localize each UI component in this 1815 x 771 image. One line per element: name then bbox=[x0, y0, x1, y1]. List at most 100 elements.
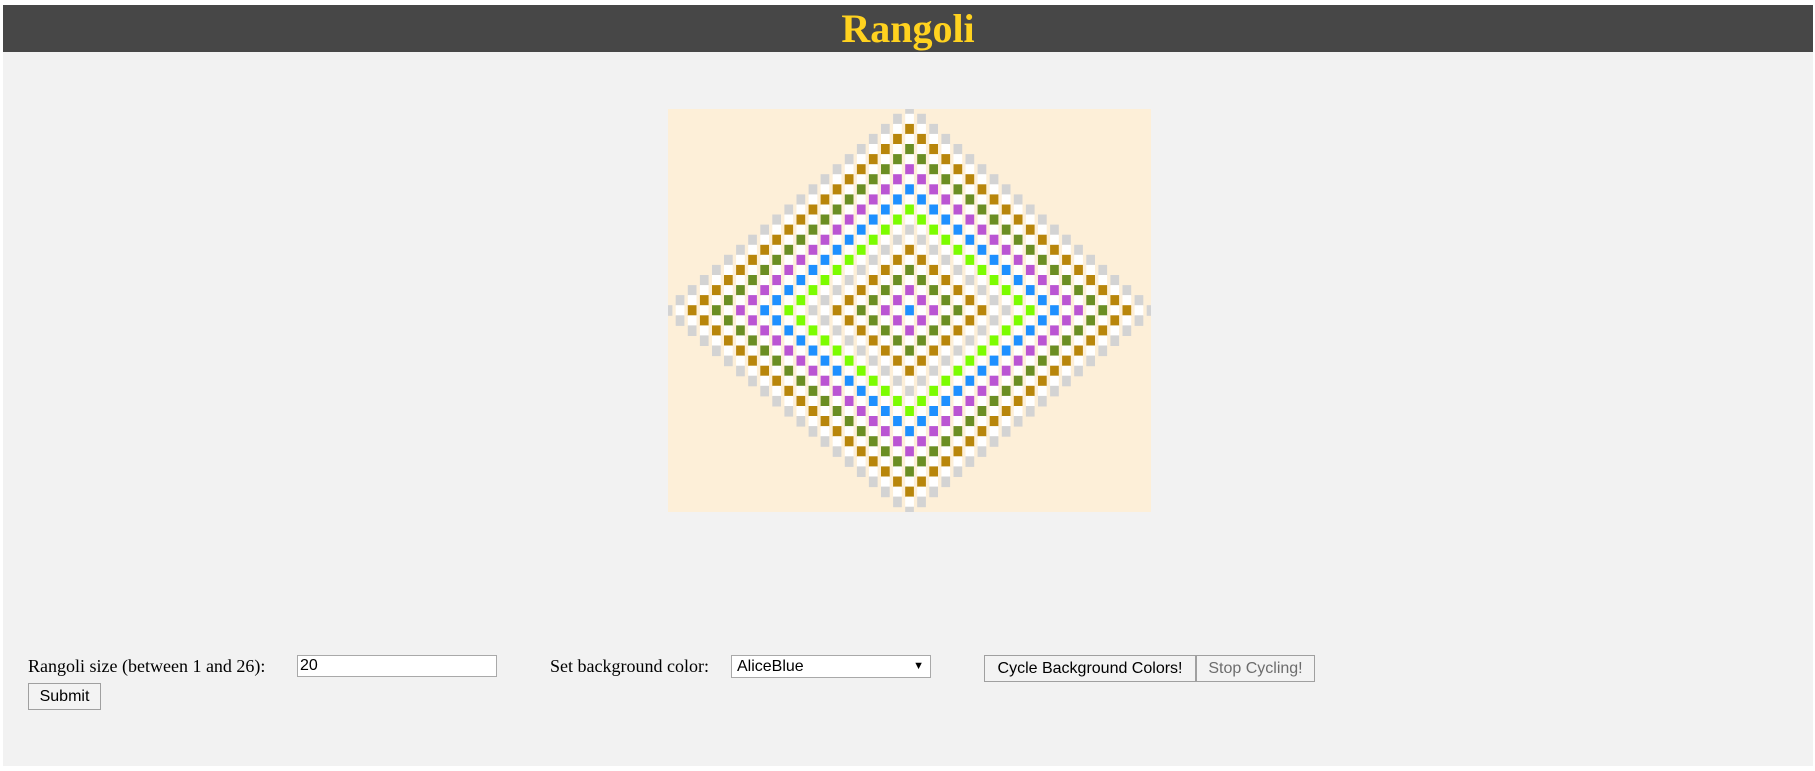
rangoli-cell bbox=[893, 285, 902, 296]
rangoli-cell bbox=[760, 264, 769, 276]
rangoli-cell bbox=[881, 194, 890, 205]
rangoli-cell bbox=[893, 426, 902, 437]
rangoli-cell bbox=[1122, 325, 1132, 336]
rangoli-cell bbox=[941, 375, 951, 387]
rangoli-cell bbox=[905, 486, 914, 498]
rangoli-cell bbox=[784, 345, 794, 357]
rangoli-cell bbox=[941, 385, 951, 397]
rangoli-cell bbox=[844, 295, 854, 306]
rangoli-cell bbox=[905, 466, 914, 477]
rangoli-cell bbox=[1062, 244, 1071, 256]
rangoli-cell bbox=[929, 204, 938, 216]
rangoli-cell bbox=[796, 345, 806, 357]
rangoli-cell bbox=[977, 436, 987, 447]
rangoli-cell bbox=[820, 254, 830, 266]
rangoli-cell bbox=[1050, 355, 1059, 367]
rangoli-cell bbox=[977, 204, 987, 216]
rangoli-cell bbox=[965, 234, 975, 246]
rangoli-cell bbox=[1074, 244, 1083, 256]
rangoli-cell bbox=[1001, 375, 1011, 387]
rangoli-cell bbox=[1025, 315, 1035, 326]
rangoli-cell bbox=[893, 254, 902, 266]
rangoli-cell bbox=[1062, 295, 1071, 306]
rangoli-cell bbox=[1098, 264, 1108, 276]
rangoli-cell bbox=[760, 244, 769, 256]
rangoli-cell bbox=[832, 406, 842, 417]
rangoli-cell bbox=[1025, 325, 1035, 336]
rangoli-cell bbox=[917, 446, 926, 457]
rangoli-cell bbox=[868, 133, 878, 145]
rangoli-cell bbox=[772, 395, 781, 407]
rangoli-cell bbox=[953, 144, 963, 155]
cycle-background-button[interactable]: Cycle Background Colors! bbox=[984, 655, 1196, 682]
submit-button[interactable]: Submit bbox=[28, 683, 101, 710]
rangoli-cell bbox=[1086, 345, 1095, 357]
rangoli-cell bbox=[917, 406, 926, 417]
rangoli-cell bbox=[748, 254, 757, 266]
rangoli-cell bbox=[820, 416, 830, 427]
rangoli-cell bbox=[820, 426, 830, 437]
rangoli-cell bbox=[893, 154, 902, 165]
rangoli-cell bbox=[760, 285, 769, 296]
rangoli-cell bbox=[1086, 254, 1095, 266]
rangoli-cell bbox=[905, 446, 914, 457]
rangoli-cell bbox=[784, 385, 794, 397]
rangoli-cell bbox=[844, 285, 854, 296]
rangoli-cell bbox=[832, 446, 842, 457]
rangoli-cell bbox=[929, 385, 938, 397]
size-input[interactable]: 20 bbox=[297, 655, 497, 677]
rangoli-cell bbox=[965, 365, 975, 377]
rangoli-cell bbox=[965, 244, 975, 256]
rangoli-cell bbox=[856, 194, 866, 205]
rangoli-cell bbox=[868, 385, 878, 397]
rangoli-cell bbox=[893, 204, 902, 216]
rangoli-cell bbox=[905, 164, 914, 175]
rangoli-cell bbox=[1038, 345, 1047, 357]
rangoli-cell bbox=[1013, 204, 1023, 216]
rangoli-cell bbox=[941, 416, 951, 427]
rangoli-cell bbox=[941, 133, 951, 145]
rangoli-cell bbox=[772, 355, 781, 367]
rangoli-cell bbox=[917, 355, 926, 367]
rangoli-cell bbox=[941, 174, 951, 185]
rangoli-cell bbox=[881, 214, 890, 226]
rangoli-cell bbox=[1062, 335, 1071, 346]
rangoli-cell bbox=[1001, 244, 1011, 256]
background-color-select[interactable]: AliceBlue ▼ bbox=[731, 655, 931, 678]
rangoli-cell bbox=[1038, 224, 1047, 236]
rangoli-cell bbox=[1134, 315, 1144, 326]
rangoli-cell bbox=[724, 325, 733, 336]
rangoli-cell bbox=[1074, 325, 1083, 336]
rangoli-cell bbox=[953, 194, 963, 205]
rangoli-cell bbox=[748, 335, 757, 346]
rangoli-cell bbox=[941, 355, 951, 367]
rangoli-cell bbox=[772, 275, 781, 286]
rangoli-cell bbox=[893, 335, 902, 346]
rangoli-cell bbox=[905, 295, 914, 306]
rangoli-cell bbox=[844, 164, 854, 175]
rangoli-cell bbox=[736, 244, 745, 256]
rangoli-cell bbox=[868, 335, 878, 346]
rangoli-cell bbox=[965, 214, 975, 226]
rangoli-cell bbox=[1074, 345, 1083, 357]
rangoli-cell bbox=[905, 476, 914, 488]
rangoli-cell bbox=[856, 365, 866, 377]
rangoli-cell bbox=[1134, 295, 1144, 306]
rangoli-cell bbox=[1001, 325, 1011, 336]
rangoli-cell bbox=[1025, 335, 1035, 346]
rangoli-cell bbox=[989, 194, 999, 205]
stop-cycling-button[interactable]: Stop Cycling! bbox=[1196, 655, 1315, 682]
rangoli-cell bbox=[868, 285, 878, 296]
rangoli-cell bbox=[965, 335, 975, 346]
rangoli-cell bbox=[808, 264, 818, 276]
rangoli-cell bbox=[1050, 224, 1059, 236]
rangoli-cell bbox=[917, 385, 926, 397]
rangoli-cell bbox=[917, 113, 926, 125]
rangoli-cell bbox=[977, 355, 987, 367]
rangoli-cell bbox=[977, 214, 987, 226]
rangoli-cell bbox=[832, 345, 842, 357]
rangoli-cell bbox=[724, 305, 733, 316]
rangoli-cell bbox=[784, 275, 794, 286]
rangoli-cell bbox=[868, 436, 878, 447]
rangoli-cell bbox=[905, 416, 914, 427]
